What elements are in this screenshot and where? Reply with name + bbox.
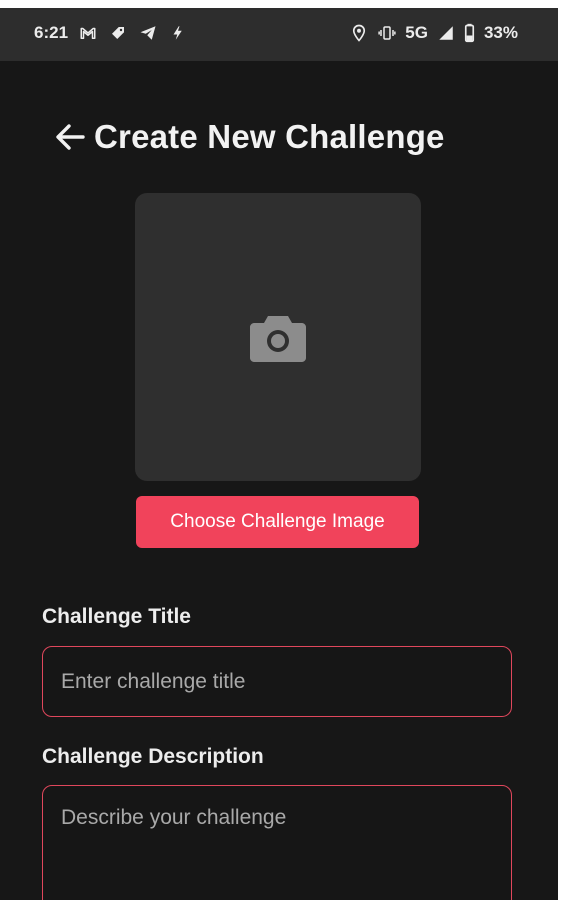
challenge-description-input[interactable] [42, 785, 512, 900]
choose-image-button[interactable]: Choose Challenge Image [136, 496, 419, 548]
gmail-icon [78, 23, 98, 43]
camera-icon [248, 310, 308, 364]
bolt-icon [168, 23, 188, 43]
image-preview-box[interactable] [135, 193, 421, 481]
telegram-icon [138, 23, 158, 43]
arrow-left-icon[interactable] [54, 120, 88, 154]
page-title: Create New Challenge [94, 118, 445, 155]
status-time: 6:21 [34, 23, 69, 42]
header: Create New Challenge [54, 118, 445, 156]
network-type: 5G [405, 23, 428, 42]
challenge-title-label: Challenge Title [42, 605, 191, 628]
battery-percent: 33% [483, 23, 518, 42]
battery-icon [464, 23, 476, 43]
challenge-title-input[interactable] [42, 646, 512, 717]
vibrate-icon [377, 23, 397, 43]
location-icon [349, 23, 369, 43]
signal-icon [436, 23, 456, 43]
tag-icon [108, 23, 128, 43]
status-bar-right: 5G 33% [349, 23, 518, 43]
app-screen: 6:21 5G 33% Create New Challenge Choose … [0, 8, 558, 900]
status-bar: 6:21 5G 33% [0, 8, 558, 61]
status-bar-left: 6:21 [34, 23, 188, 43]
challenge-description-label: Challenge Description [42, 745, 264, 768]
